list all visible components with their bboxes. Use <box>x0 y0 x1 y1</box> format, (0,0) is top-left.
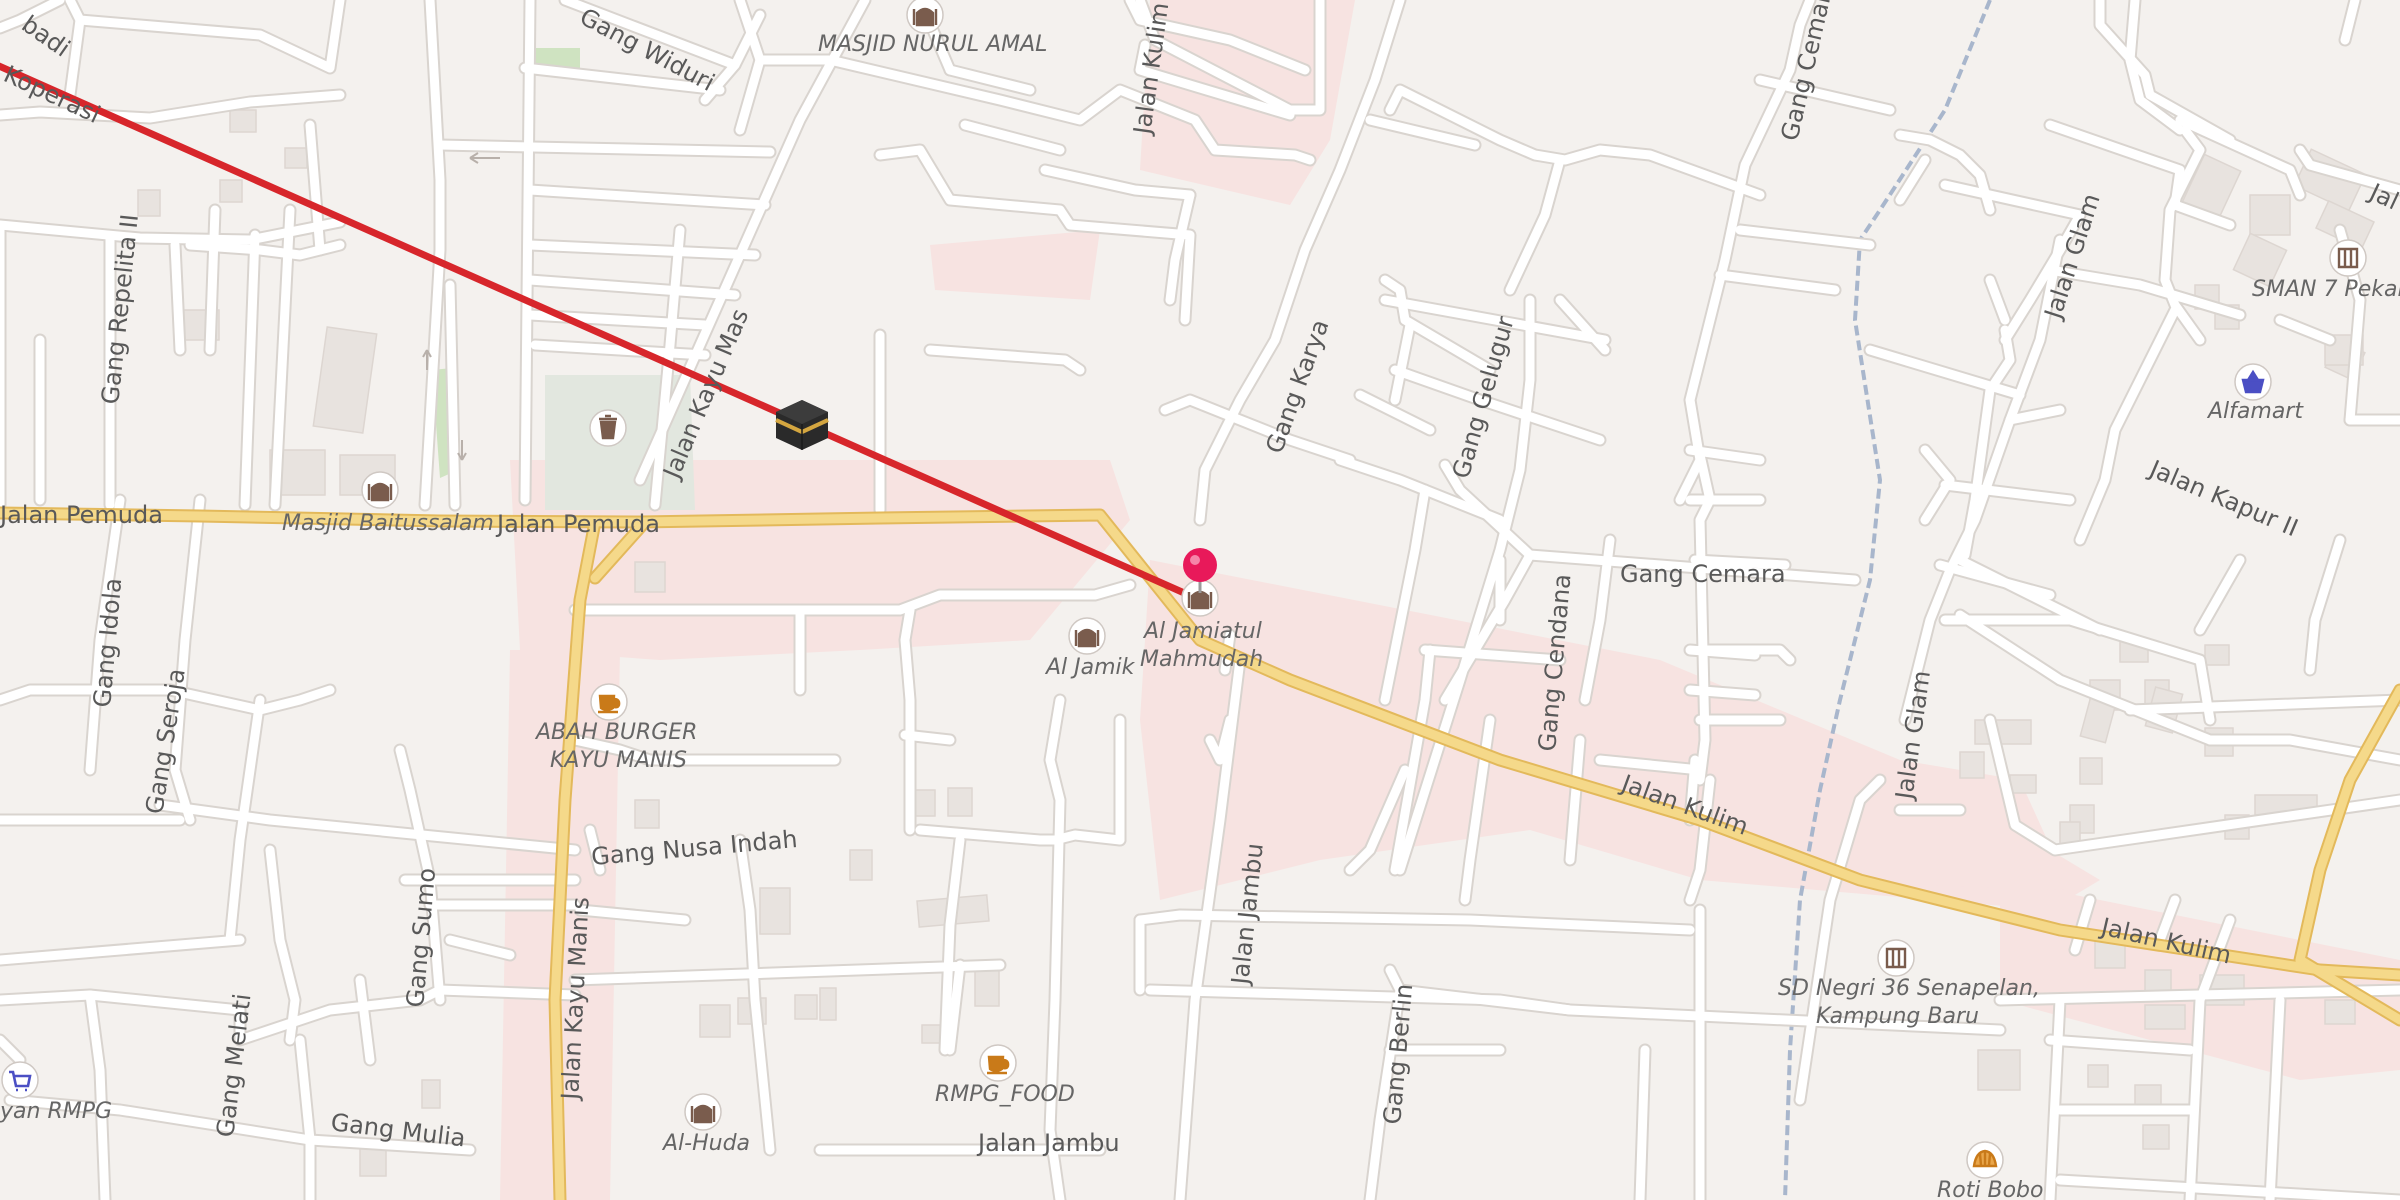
mosque-icon[interactable] <box>684 1093 722 1131</box>
road-label-jalan-pemuda: Jalan Pemuda <box>0 501 163 529</box>
road-label-gang-nusa-indah: Gang Nusa Indah <box>590 825 798 871</box>
poi-label-abah-burger: ABAH BURGER <box>534 720 697 745</box>
shopping-basket-icon[interactable] <box>2234 363 2272 401</box>
oneway-arrow <box>469 152 500 164</box>
waste-basket-icon[interactable] <box>589 409 627 447</box>
poi-label-sd-negri: Kampung Baru <box>1816 1004 1979 1029</box>
poi-label-al-jamik: Al Jamik <box>1044 655 1136 680</box>
poi-label-roti-bobo: Roti Bobo <box>1937 1178 2043 1200</box>
cafe-icon[interactable] <box>979 1044 1017 1082</box>
shopping-cart-icon[interactable] <box>1 1061 39 1099</box>
poi-label-masjid-nurul-amal: MASJID NURUL AMAL <box>818 32 1047 57</box>
poi-label-alfamart: Alfamart <box>2206 399 2304 424</box>
kaaba-icon[interactable] <box>775 400 829 450</box>
poi-label-al-huda: Al-Huda <box>661 1131 750 1156</box>
road-label-jalan-kapur-ii: Jalan Kapur II <box>2144 454 2302 542</box>
poi-label-sman-7: SMAN 7 Pekan <box>2252 277 2400 302</box>
map-view[interactable]: Jalan Pemuda Jalan Pemuda Jalan Kulim Ja… <box>0 0 2400 1200</box>
road-label-gang-cemara: Gang Cemara <box>1620 560 1786 588</box>
poi-label-abah-burger: KAYU MANIS <box>550 748 687 773</box>
school-icon[interactable] <box>1877 939 1915 977</box>
road-label-gang-repelita-ii: Gang Repelita II <box>96 213 144 406</box>
mosque-icon[interactable] <box>906 0 944 34</box>
mosque-icon[interactable] <box>361 471 399 509</box>
poi-label-yan-rmpg: yan RMPG <box>0 1099 112 1124</box>
school-icon[interactable] <box>2329 239 2367 277</box>
road-label-jalan-jambu: Jalan Jambu <box>976 1129 1120 1157</box>
road-label-jalan-pemuda: Jalan Pemuda <box>495 510 660 538</box>
poi-label-al-jamiatul: Mahmudah <box>1140 647 1263 672</box>
mosque-icon[interactable] <box>1068 617 1106 655</box>
map-canvas[interactable]: Jalan Pemuda Jalan Pemuda Jalan Kulim Ja… <box>0 0 2400 1200</box>
bakery-icon[interactable] <box>1966 1141 2004 1179</box>
poi-label-masjid-baitussalam: Masjid Baitussalam <box>282 511 494 536</box>
poi-label-al-jamiatul: Al Jamiatul <box>1142 619 1262 644</box>
cafe-icon[interactable] <box>590 683 628 721</box>
poi-label-rmpg-food: RMPG_FOOD <box>935 1082 1075 1107</box>
poi-label-sd-negri: SD Negri 36 Senapelan, <box>1778 976 2040 1001</box>
